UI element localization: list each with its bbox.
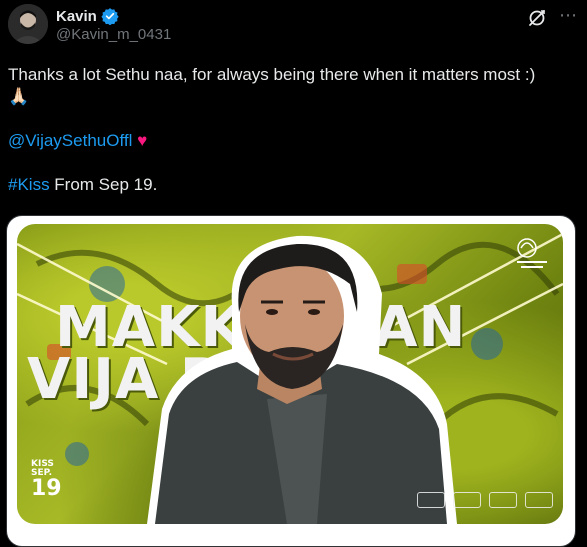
mention-line: @VijaySethuOffl ♥ bbox=[8, 130, 578, 152]
author-display-name[interactable]: Kavin bbox=[56, 8, 97, 25]
poster-image[interactable]: MAKK ELVAN VIJA PATHI bbox=[17, 224, 563, 524]
tweet-line: Thanks a lot Sethu naa, for always being… bbox=[8, 64, 578, 86]
avatar[interactable] bbox=[8, 4, 48, 44]
badge-day-text: 19 bbox=[31, 476, 62, 501]
media-card[interactable]: MAKK ELVAN VIJA PATHI bbox=[6, 215, 576, 547]
author-name-row[interactable]: Kavin bbox=[56, 6, 119, 26]
tweet-emoji-line: 🙏🏻 bbox=[8, 86, 578, 108]
hashtag-line: #Kiss From Sep 19. bbox=[8, 174, 578, 196]
music-label-logo-icon bbox=[453, 492, 481, 508]
hashtag-link[interactable]: #Kiss bbox=[8, 175, 50, 194]
distributor-logo-icon bbox=[525, 492, 553, 508]
heart-emoji: ♥ bbox=[137, 131, 148, 150]
mention-link[interactable]: @VijaySethuOffl bbox=[8, 131, 132, 150]
verified-badge-icon bbox=[101, 8, 119, 25]
kiss-release-badge: KISS SEP. 19 bbox=[31, 460, 71, 500]
tweet-text: Thanks a lot Sethu naa, for always being… bbox=[8, 64, 578, 196]
author-handle[interactable]: @Kavin_m_0431 bbox=[56, 26, 171, 43]
production-logo-icon bbox=[517, 238, 547, 268]
studio-logos bbox=[417, 492, 553, 508]
person-portrait bbox=[147, 235, 457, 524]
folded-hands-emoji: 🙏🏻 bbox=[8, 87, 30, 106]
hashtag-suffix: From Sep 19. bbox=[49, 175, 158, 194]
more-options-icon[interactable]: ⋯ bbox=[557, 6, 579, 28]
studio-logo-icon bbox=[417, 492, 445, 508]
tweet-body: Thanks a lot Sethu naa, for always being… bbox=[8, 65, 536, 84]
grok-icon[interactable] bbox=[527, 8, 547, 28]
sony-music-logo-icon bbox=[489, 492, 517, 508]
